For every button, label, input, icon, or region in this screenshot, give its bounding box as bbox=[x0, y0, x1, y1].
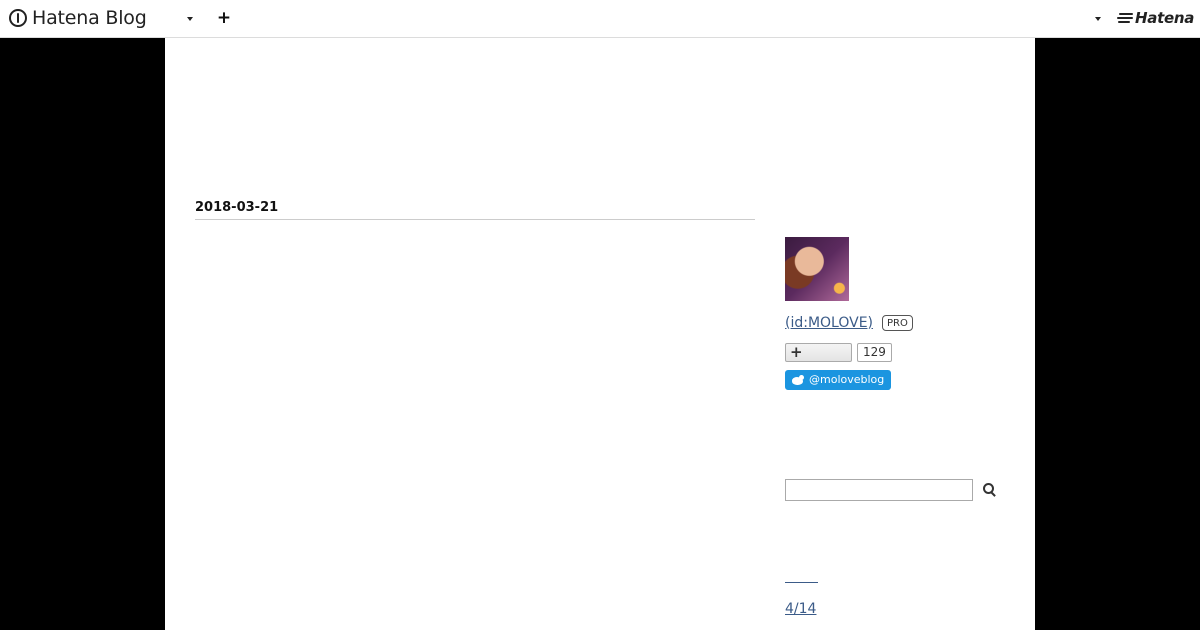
subscribe-button[interactable]: + bbox=[785, 343, 852, 362]
hatena-logo-text: Hatena bbox=[1135, 9, 1195, 27]
global-header: Hatena Blog + Hatena bbox=[0, 0, 1200, 38]
caret-down-icon[interactable] bbox=[187, 17, 193, 21]
plus-icon[interactable]: + bbox=[216, 10, 232, 27]
twitter-bird-icon bbox=[791, 374, 805, 386]
subscriber-count: 129 bbox=[857, 343, 892, 362]
search-icon[interactable] bbox=[983, 483, 997, 497]
main-column: 2018-03-21 bbox=[195, 200, 755, 220]
sidebar-profile: (id:MOLOVE) PRO + 129 @moloveblog bbox=[785, 237, 1005, 390]
sidebar-search bbox=[785, 479, 997, 501]
hatena-blog-logo[interactable]: Hatena Blog bbox=[9, 7, 147, 29]
pro-badge: PRO bbox=[882, 315, 913, 331]
profile-id-link[interactable]: (id:MOLOVE) bbox=[785, 315, 873, 331]
twitter-follow-button[interactable]: @moloveblog bbox=[785, 370, 891, 390]
hatena-bird-icon bbox=[1117, 13, 1133, 23]
caret-down-icon[interactable] bbox=[1095, 17, 1101, 21]
recent-entry-link[interactable]: 4/14 bbox=[785, 601, 985, 617]
plus-icon: + bbox=[790, 343, 803, 361]
hatena-logo[interactable]: Hatena bbox=[1117, 9, 1194, 27]
subscribe-row: + 129 bbox=[785, 343, 1005, 362]
profile-name-row: (id:MOLOVE) PRO bbox=[785, 314, 1005, 332]
archive-date-heading: 2018-03-21 bbox=[195, 200, 755, 220]
blog-content-area: 2018-03-21 (id:MOLOVE) PRO + 129 @molove… bbox=[165, 38, 1035, 630]
recent-entries-heading-link[interactable] bbox=[785, 582, 818, 583]
twitter-handle: @moloveblog bbox=[809, 373, 885, 386]
hatena-blog-mark-icon bbox=[9, 9, 27, 27]
profile-avatar[interactable] bbox=[785, 237, 849, 301]
brand-name: Hatena Blog bbox=[32, 7, 147, 29]
recent-entries: 4/14 bbox=[785, 567, 985, 617]
search-input[interactable] bbox=[785, 479, 973, 501]
